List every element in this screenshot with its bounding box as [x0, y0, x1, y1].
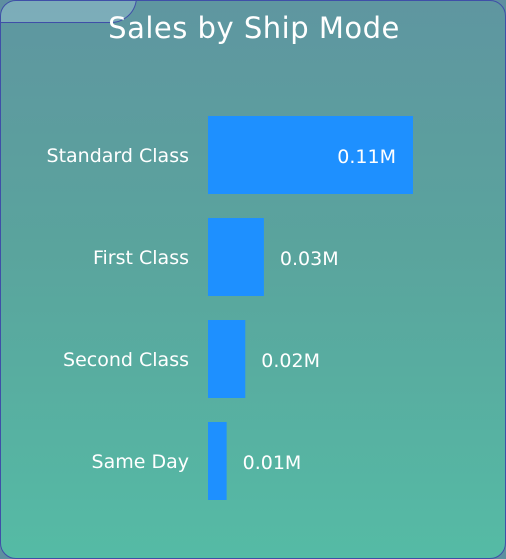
category-label: Same Day	[92, 451, 189, 473]
bar-chart: Standard Class 0.11M First Class 0.03M Secon…	[47, 116, 413, 500]
bar[interactable]	[208, 218, 264, 296]
data-label: 0.03M	[280, 248, 339, 270]
category-label: First Class	[93, 247, 189, 269]
bar[interactable]	[208, 422, 227, 500]
data-label: 0.01M	[243, 452, 302, 474]
data-label: 0.11M	[337, 146, 396, 168]
category-label: Standard Class	[47, 145, 189, 167]
category-label: Second Class	[63, 349, 189, 371]
data-label: 0.02M	[261, 350, 320, 372]
bar[interactable]	[208, 320, 246, 398]
chart-card: Sales by Ship Mode Standard Class 0.11M Fi…	[0, 0, 506, 559]
